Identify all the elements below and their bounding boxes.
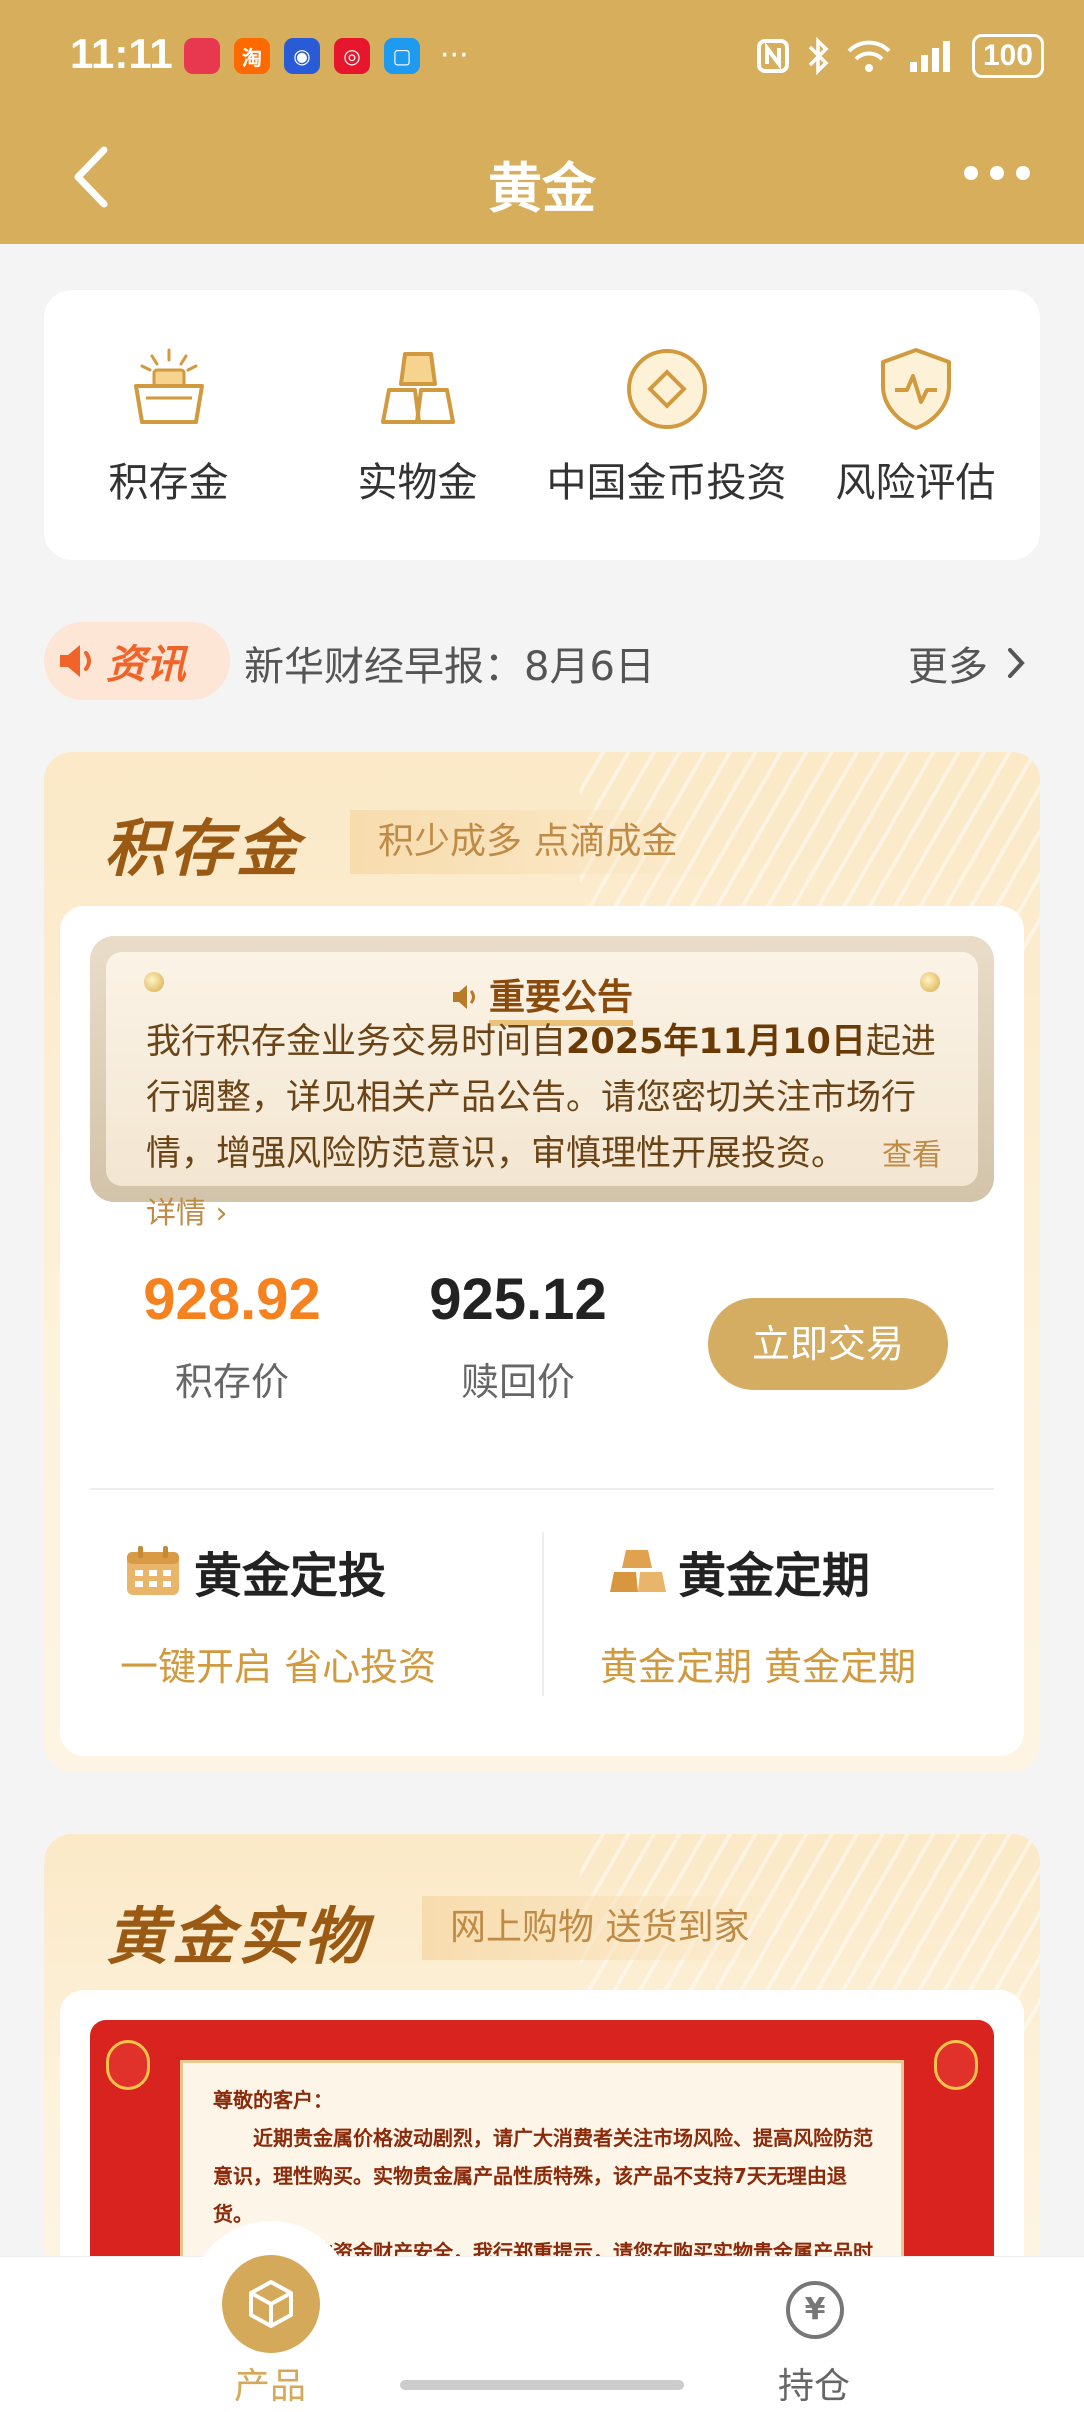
tab-holdings-label[interactable]: 持仓 [778,2357,850,2409]
status-time: 11:11 [70,30,173,77]
quick-item-risk-assessment[interactable]: 风险评估 [791,290,1040,560]
calendar-icon [127,1546,179,1595]
quick-item-label: 中国金币投资 [546,460,787,506]
announcement-box[interactable]: 重要公告 我行积存金业务交易时间自2025年11月10日起进行调整，详见相关产品… [90,936,994,1231]
fixed-term-desc: 黄金定期 黄金定期 [600,1645,917,1689]
accumulation-price-label: 积存价 [174,1360,289,1404]
quick-item-gold-coin[interactable]: 中国金币投资 [542,290,791,560]
accumulation-gold-section: 积存金 积少成多 点滴成金 重要公告 我行积存金业务交易时间自2025年11月1… [44,752,1040,1772]
redeem-price-label: 赎回价 [460,1360,575,1404]
holdings-yen-icon[interactable]: ¥ [786,2281,844,2339]
more-options-icon[interactable] [964,158,1044,188]
gold-bars-icon [380,352,455,424]
news-ticker[interactable]: 资讯 新华财经早报：8月6日 更多 [44,620,1040,700]
news-tag: 资讯 [44,622,230,700]
gold-basket-icon [133,348,204,424]
speaker-icon [60,645,91,677]
page-title: 黄金 [488,157,596,220]
section-title: 黄金实物 [106,1900,371,1973]
trade-now-button[interactable]: 立即交易 [708,1298,948,1390]
physical-panel: 尊敬的客户： 近期贵金属价格波动剧烈，请广大消费者关注市场风险、提高风险防范意识… [60,1990,1024,2274]
shield-pulse-icon [880,348,951,430]
gold-coin-icon [626,349,707,429]
accumulation-price: 928.92 积存价 [112,1266,352,1406]
physical-gold-section: 黄金实物 网上购物 送货到家 尊敬的客户： 近期贵金属价格波动剧烈，请广大消费者… [44,1834,1040,2274]
redeem-price-value: 925.12 [429,1267,607,1332]
news-headline[interactable]: 新华财经早报：8月6日 [244,634,655,692]
nfc-icon [756,39,789,73]
signal-icon [909,41,950,72]
status-bar: 11:11 淘 ◉ ◎ ▢ ··· 100 [0,0,1084,110]
status-indicators: 100 [756,34,1044,78]
chevron-right-icon [1008,648,1025,678]
taobao-icon: 淘 [234,38,270,74]
quick-item-label: 积存金 [108,460,229,506]
fixed-term-entry[interactable]: 黄金定期 黄金定期 黄金定期 [600,1536,916,1691]
tab-products-label[interactable]: 产品 [234,2357,306,2409]
tab-products[interactable] [222,2255,320,2353]
news-more-link[interactable]: 更多 [908,634,1026,692]
app-header: 11:11 淘 ◉ ◎ ▢ ··· 100 黄金 [0,0,1084,244]
fixed-invest-entry[interactable]: 黄金定投 一键开启 省心投资 [120,1536,436,1691]
home-indicator[interactable] [400,2380,684,2390]
divider [542,1532,544,1696]
battery-indicator: 100 [971,34,1044,78]
gold-bars-icon [610,1550,666,1592]
wifi-icon [847,40,891,72]
status-app-icons: 淘 ◉ ◎ ▢ ··· [184,38,469,74]
lantern-decor [934,2040,978,2090]
section-subtitle: 积少成多 点滴成金 [350,810,706,874]
huawei-app-icon [184,38,220,74]
redeem-price: 925.12 赎回价 [398,1266,638,1406]
quick-menu: 积存金 实物金 中国金币投资 风险评估 [44,290,1040,560]
divider [90,1488,994,1490]
accumulation-price-value: 928.92 [143,1267,321,1332]
bluetooth-icon [808,37,829,75]
fixed-invest-desc: 一键开启 省心投资 [120,1645,437,1689]
fixed-term-title: 黄金定期 [678,1548,871,1604]
lantern-decor [106,2040,150,2090]
nav-bar: 黄金 [0,120,1084,230]
section-subtitle: 网上购物 送货到家 [422,1896,778,1960]
quick-item-physical-gold[interactable]: 实物金 [293,290,542,560]
news-tag-label: 资讯 [106,642,186,688]
baidu-icon: ◉ [284,38,320,74]
fixed-invest-title: 黄金定投 [194,1548,387,1604]
accumulation-panel: 重要公告 我行积存金业务交易时间自2025年11月10日起进行调整，详见相关产品… [60,906,1024,1756]
section-title: 积存金 [104,812,303,885]
quick-item-label: 实物金 [357,460,478,506]
announcement-text: 我行积存金业务交易时间自2025年11月10日起进行调整，详见相关产品公告。请您… [146,1022,943,1231]
quick-item-accumulation-gold[interactable]: 积存金 [44,290,293,560]
speaker-icon [452,985,475,1009]
announcement-date: 2025年11月10日 [566,1022,866,1062]
quick-item-label: 风险评估 [835,460,996,506]
weibo-icon: ◎ [334,38,370,74]
message-icon: ▢ [384,38,420,74]
status-overflow: ··· [440,38,469,73]
product-box-icon [249,2280,293,2328]
news-more-label: 更多 [908,644,988,690]
